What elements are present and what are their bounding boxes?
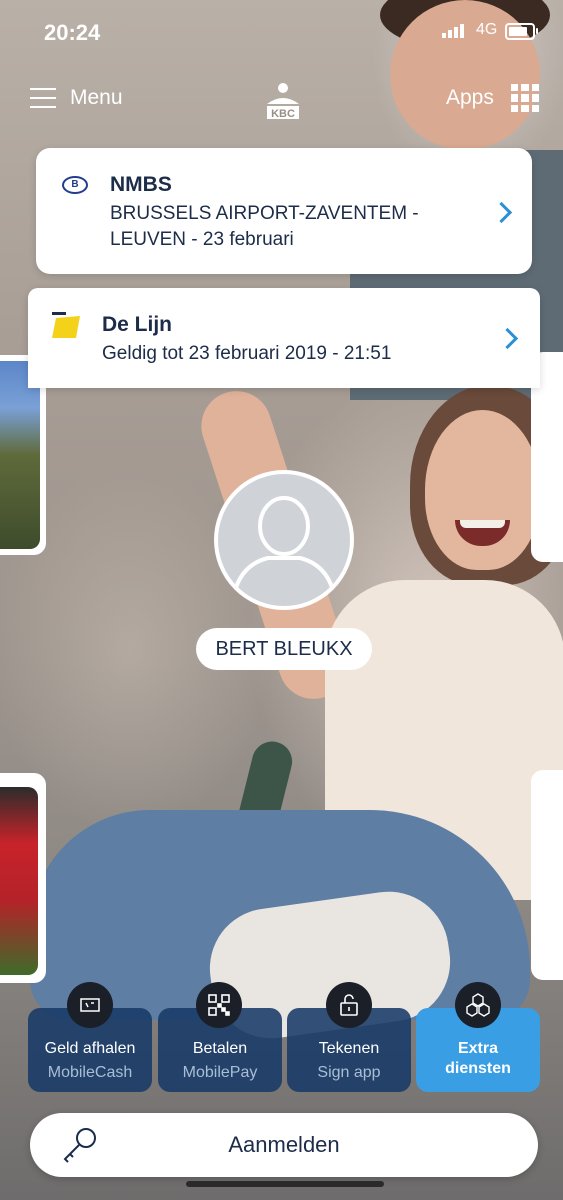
hexagons-icon (455, 982, 501, 1028)
carousel-card-left-2[interactable] (0, 773, 46, 983)
menu-button[interactable]: Menu (70, 86, 123, 110)
apps-grid-icon[interactable] (511, 84, 539, 112)
status-bar: 20:24 4G (0, 0, 563, 66)
battery-icon (505, 23, 538, 40)
network-type: 4G (476, 21, 498, 38)
thumbnail-image (0, 787, 38, 975)
ticket-validity: Geldig tot 23 februari 2019 - 21:51 (102, 343, 392, 364)
person-icon (230, 496, 338, 606)
ticket-card-delijn[interactable] (28, 288, 540, 388)
ticket-title: NMBS (110, 173, 172, 196)
login-button[interactable]: Aanmelden (30, 1113, 538, 1177)
user-name: BERT BLEUKX (196, 628, 372, 670)
ticket-route-line2: LEUVEN - 23 februari (110, 229, 294, 250)
background-shape (460, 520, 505, 528)
background-shape (425, 410, 540, 570)
atm-icon (67, 982, 113, 1028)
top-nav: Menu KBC Apps (0, 70, 563, 126)
hamburger-icon[interactable] (30, 88, 56, 115)
unlock-icon (326, 982, 372, 1028)
logo-text: KBC (271, 108, 295, 120)
carousel-card-right-2[interactable] (531, 770, 563, 980)
action-sublabel: MobilePay (182, 1064, 258, 1081)
status-time: 20:24 (44, 20, 101, 45)
avatar[interactable] (214, 470, 354, 610)
action-sublabel: MobileCash (47, 1064, 133, 1081)
home-indicator[interactable] (186, 1181, 384, 1187)
action-label: Tekenen (318, 1040, 380, 1057)
qr-code-icon (196, 982, 242, 1028)
action-label: Extra (457, 1040, 499, 1057)
thumbnail-image (0, 361, 40, 549)
action-sublabel: Sign app (317, 1064, 381, 1081)
action-label: Geld afhalen (44, 1040, 136, 1057)
login-label: Aanmelden (228, 1132, 340, 1157)
ticket-route-line1: BRUSSELS AIRPORT-ZAVENTEM - (110, 203, 419, 224)
apps-button[interactable]: Apps (446, 86, 494, 110)
nmbs-logo-icon: B (62, 176, 88, 194)
signal-icon (442, 24, 464, 38)
delijn-logo-icon (52, 312, 80, 338)
action-sublabel: diensten (445, 1060, 511, 1077)
action-label: Betalen (192, 1040, 248, 1057)
kbc-logo: KBC (267, 83, 299, 120)
ticket-title: De Lijn (102, 313, 173, 336)
